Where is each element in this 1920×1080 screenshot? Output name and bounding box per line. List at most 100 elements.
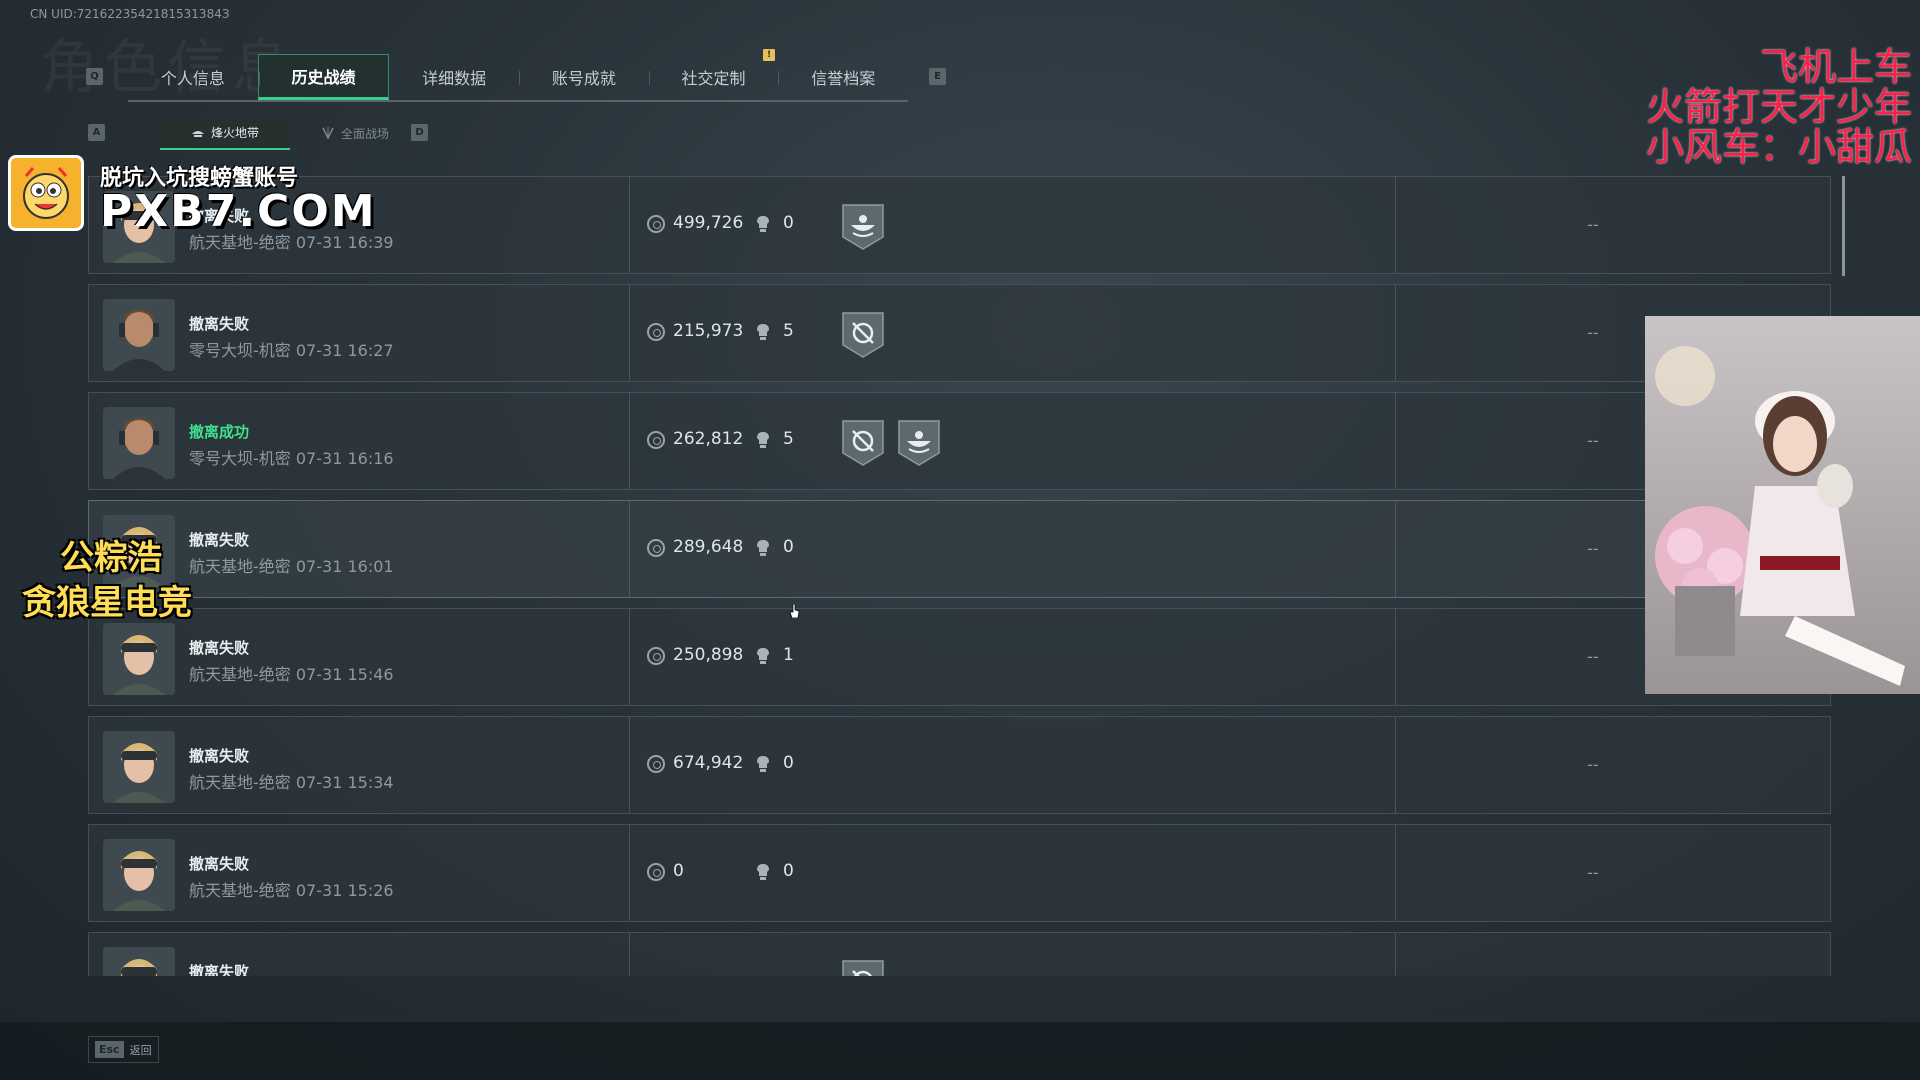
kill-count: 0: [783, 753, 794, 773]
extraction-status: 撤离失败: [189, 855, 250, 873]
loot-value: 262,812: [673, 429, 744, 449]
divider: [1395, 609, 1396, 705]
tab-1[interactable]: 历史战绩: [257, 54, 390, 100]
sub-tabs: 烽火地带 全面战场: [160, 116, 420, 150]
extraction-status: 撤离失败: [189, 747, 250, 765]
match-time: 07-31 15:46: [295, 665, 394, 684]
match-time: 07-31 16:01: [295, 557, 394, 576]
no-weapon-badge-icon[interactable]: [841, 419, 885, 467]
result-value: --: [1587, 863, 1599, 882]
match-row[interactable]: 撤离成功 零号大坝-机密 07-31 16:16 262,812 5 --: [88, 392, 1831, 490]
coin-icon: [647, 215, 665, 233]
divider: [1395, 285, 1396, 381]
watermark-logo: [8, 155, 84, 231]
match-row[interactable]: 撤离失败: [88, 932, 1831, 976]
loot-value: 289,648: [673, 537, 744, 557]
no-weapon-badge-icon[interactable]: [841, 959, 885, 976]
match-history-list: 撤离失败 航天基地-绝密 07-31 16:39 499,726 0 -- 撤离失败 零号大…: [88, 176, 1832, 976]
extraction-status: 撤离失败: [189, 531, 250, 549]
match-row[interactable]: 撤离失败 航天基地-绝密 07-31 16:01 289,648 0 --: [88, 500, 1831, 598]
overlay-text-3: 小风车：小甜瓜: [1645, 125, 1912, 169]
map-time: 航天基地-绝密 07-31 15:26: [189, 877, 394, 901]
divider: [1395, 501, 1396, 597]
match-row[interactable]: 撤离失败 航天基地-绝密 07-31 15:26 0 0 --: [88, 824, 1831, 922]
back-label: 返回: [129, 1043, 152, 1057]
tab-2[interactable]: 详细数据: [389, 54, 519, 100]
streamer-webcam: [1645, 316, 1920, 694]
kill-icon: [757, 864, 769, 880]
prev-tab-key-hint[interactable]: Q: [86, 68, 103, 85]
map-name: 航天基地-绝密: [189, 881, 291, 900]
coin-icon: [647, 863, 665, 881]
match-row[interactable]: 撤离失败 零号大坝-机密 07-31 16:27 215,973 5 --: [88, 284, 1831, 382]
operator-avatar: [103, 947, 175, 976]
match-row[interactable]: 撤离失败 航天基地-绝密 07-31 15:46 250,898 1 --: [88, 608, 1831, 706]
extraction-status: 撤离失败: [189, 639, 250, 657]
result-value: --: [1587, 215, 1599, 234]
watermark-line2: PXB7.COM: [100, 186, 377, 237]
prev-subtab-key-hint[interactable]: A: [88, 124, 105, 141]
sponsor-line2: 贪狼星电竞: [22, 583, 192, 623]
match-time: 07-31 15:26: [295, 881, 394, 900]
match-row[interactable]: 撤离失败航天基地-绝密 07-31 15:34 674,942 0 --: [88, 716, 1831, 814]
map-time: 零号大坝-机密 07-31 16:16: [189, 445, 394, 469]
tab-notice-badge: !: [763, 49, 775, 61]
divider: [1395, 933, 1396, 976]
subtab-full-battlefield[interactable]: 全面战场: [290, 116, 420, 150]
divider: [629, 285, 630, 381]
tab-0[interactable]: 个人信息: [128, 54, 258, 100]
divider: [629, 177, 630, 273]
scrollbar[interactable]: [1842, 176, 1845, 276]
map-time: 航天基地-绝密 07-31 15:46: [189, 661, 394, 685]
tab-4[interactable]: 社交定制: [648, 54, 779, 100]
map-name: 零号大坝-机密: [189, 341, 291, 360]
divider: [629, 501, 630, 597]
map-time: 航天基地-绝密 07-31 16:01: [189, 553, 394, 577]
map-name: 航天基地-绝密: [189, 773, 291, 792]
map-name: 航天基地-绝密: [189, 665, 291, 684]
bottom-bar: [0, 1022, 1920, 1080]
kill-icon: [757, 432, 769, 448]
kill-count: 5: [783, 321, 794, 341]
divider: [1395, 717, 1396, 813]
divider: [629, 609, 630, 705]
loot-value: 499,726: [673, 213, 744, 233]
operator-avatar: [103, 407, 175, 479]
extraction-badge-icon[interactable]: [897, 419, 941, 467]
match-time: 07-31 16:27: [295, 341, 394, 360]
divider: [1395, 177, 1396, 273]
hazard-zone-icon: [191, 131, 204, 137]
esc-key: Esc: [95, 1041, 124, 1058]
coin-icon: [647, 755, 665, 773]
match-time: 07-31 16:16: [295, 449, 394, 468]
no-weapon-badge-icon[interactable]: [841, 311, 885, 359]
extraction-badge-icon[interactable]: [841, 203, 885, 251]
coin-icon: [647, 539, 665, 557]
loot-value: 0: [673, 861, 684, 881]
coin-icon: [647, 431, 665, 449]
tab-3[interactable]: 账号成就: [519, 54, 649, 100]
map-name: 零号大坝-机密: [189, 449, 291, 468]
match-time: 07-31 15:34: [295, 773, 394, 792]
tab-5[interactable]: 信誉档案: [778, 54, 908, 100]
extraction-status: 撤离失败: [189, 315, 250, 333]
extraction-status: 撤离失败: [189, 963, 250, 976]
divider: [629, 717, 630, 813]
next-subtab-key-hint[interactable]: D: [411, 124, 428, 141]
battlefield-icon: [322, 127, 334, 140]
divider: [1395, 825, 1396, 921]
result-value: --: [1587, 323, 1599, 342]
loot-value: 674,942: [673, 753, 744, 773]
coin-icon: [647, 647, 665, 665]
subtab-label: 全面战场: [340, 126, 389, 141]
kill-icon: [757, 216, 769, 232]
next-tab-key-hint[interactable]: E: [929, 68, 946, 85]
mouse-cursor-icon: [790, 604, 800, 618]
result-value: --: [1587, 755, 1599, 774]
map-time: 零号大坝-机密 07-31 16:27: [189, 337, 394, 361]
operator-avatar: [103, 299, 175, 371]
subtab-hazard-zone[interactable]: 烽火地带: [160, 116, 290, 150]
subtab-label: 烽火地带: [210, 125, 259, 140]
kill-icon: [757, 648, 769, 664]
back-button[interactable]: Esc 返回: [88, 1036, 159, 1063]
